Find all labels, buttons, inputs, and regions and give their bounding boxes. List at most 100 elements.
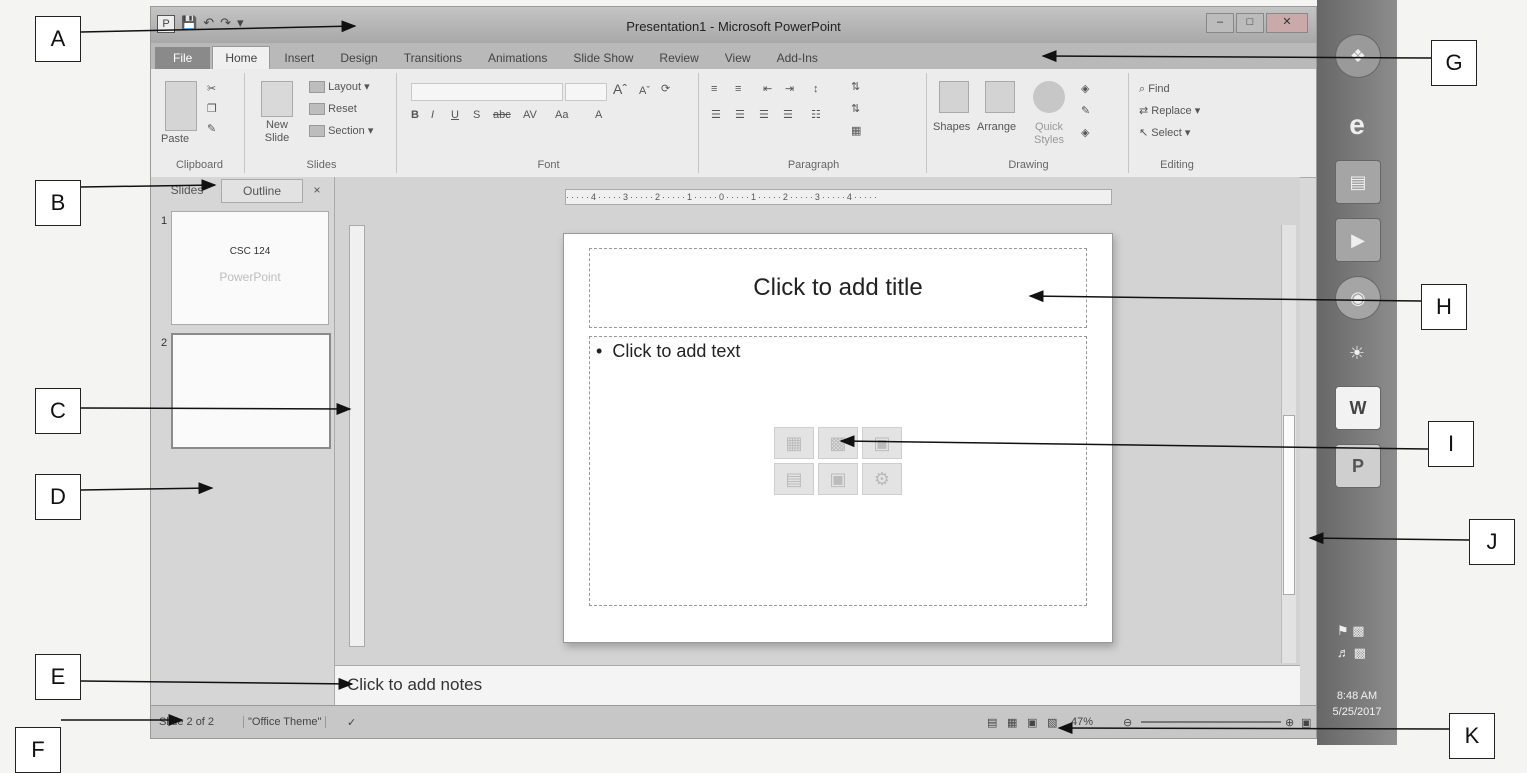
minimize-button[interactable]: – [1206, 13, 1234, 33]
insert-clipart-icon[interactable]: ▣ [818, 463, 858, 495]
powerpoint-icon[interactable]: P [1335, 444, 1381, 488]
new-slide-button[interactable]: New Slide [257, 119, 297, 145]
reading-view-icon[interactable]: ▣ [1027, 716, 1037, 729]
align-center-icon[interactable]: ☰ [735, 109, 745, 122]
replace-button[interactable]: ⇄ Replace ▾ [1139, 105, 1200, 118]
insert-smartart-icon[interactable]: ▣ [862, 427, 902, 459]
slide-thumbnail-2[interactable] [171, 333, 331, 449]
shapes-button[interactable]: Shapes [933, 121, 970, 134]
bold-button[interactable]: B [411, 109, 419, 122]
tab-add-ins[interactable]: Add-Ins [765, 47, 830, 69]
select-button[interactable]: ↖ Select ▾ [1139, 127, 1190, 140]
tab-home[interactable]: Home [212, 46, 271, 69]
arrange-button[interactable]: Arrange [977, 121, 1016, 134]
close-panel-icon[interactable]: × [307, 179, 327, 201]
cut-icon[interactable]: ✂ [207, 83, 216, 96]
copy-icon[interactable]: ❐ [207, 103, 217, 116]
shape-effects-icon[interactable]: ◈ [1081, 127, 1089, 140]
font-color-button[interactable]: A [595, 109, 602, 122]
tab-transitions[interactable]: Transitions [392, 47, 474, 69]
vertical-scrollbar[interactable] [1281, 225, 1296, 663]
italic-button[interactable]: I [431, 109, 434, 122]
app-icon[interactable]: ☀ [1335, 332, 1379, 374]
shapes-icon[interactable] [939, 81, 969, 113]
paste-button[interactable]: Paste [161, 133, 189, 146]
layout-button[interactable]: Layout ▾ [309, 81, 370, 94]
maximize-button[interactable]: □ [1236, 13, 1264, 33]
text-direction-icon[interactable]: ⇅ [851, 81, 860, 94]
shape-outline-icon[interactable]: ✎ [1081, 105, 1090, 118]
zoom-in-icon[interactable]: ⊕ [1285, 716, 1294, 729]
format-painter-icon[interactable]: ✎ [207, 123, 216, 136]
tab-design[interactable]: Design [328, 47, 389, 69]
char-spacing-button[interactable]: AV [523, 109, 537, 122]
insert-content-icons: ▦ ▩ ▣ ▤ ▣ ⚙ [774, 427, 902, 495]
start-orb-icon[interactable]: ❖ [1335, 34, 1381, 78]
insert-table-icon[interactable]: ▦ [774, 427, 814, 459]
slide-sorter-icon[interactable]: ▦ [1007, 716, 1017, 729]
reset-button[interactable]: Reset [309, 103, 357, 116]
tab-view[interactable]: View [713, 47, 763, 69]
quick-styles-button[interactable]: Quick Styles [1027, 121, 1071, 147]
change-case-button[interactable]: Aa [555, 109, 568, 122]
tab-slide-show[interactable]: Slide Show [561, 47, 645, 69]
new-slide-icon[interactable] [261, 81, 293, 117]
smartart-icon[interactable]: ▦ [851, 125, 861, 138]
internet-explorer-icon[interactable]: e [1335, 104, 1379, 146]
insert-media-icon[interactable]: ⚙ [862, 463, 902, 495]
font-name-dropdown[interactable] [411, 83, 563, 101]
quick-styles-icon[interactable] [1033, 81, 1065, 113]
slide-canvas[interactable]: Click to add title • Click to add text ▦… [563, 233, 1113, 643]
tab-review[interactable]: Review [647, 47, 710, 69]
shadow-button[interactable]: S [473, 109, 480, 122]
content-placeholder[interactable]: • Click to add text ▦ ▩ ▣ ▤ ▣ ⚙ [589, 336, 1087, 606]
increase-indent-icon[interactable]: ⇥ [785, 83, 794, 96]
zoom-level[interactable]: 47% [1071, 716, 1093, 728]
tab-animations[interactable]: Animations [476, 47, 559, 69]
word-icon[interactable]: W [1335, 386, 1381, 430]
chrome-icon[interactable]: ◉ [1335, 276, 1381, 320]
tab-outline[interactable]: Outline [221, 179, 303, 203]
justify-icon[interactable]: ☰ [783, 109, 793, 122]
grow-font-icon[interactable]: Aˆ [613, 82, 627, 96]
title-placeholder[interactable]: Click to add title [589, 248, 1087, 328]
tab-file[interactable]: File [155, 47, 211, 69]
tab-slides[interactable]: Slides [157, 179, 217, 201]
tab-insert[interactable]: Insert [272, 47, 326, 69]
shape-fill-icon[interactable]: ◈ [1081, 83, 1089, 96]
notes-pane[interactable]: Click to add notes [335, 665, 1300, 706]
underline-button[interactable]: U [451, 109, 459, 122]
arrange-icon[interactable] [985, 81, 1015, 113]
paste-icon[interactable] [165, 81, 197, 131]
slide-thumbnail-1[interactable]: CSC 124 PowerPoint [171, 211, 329, 325]
taskbar-clock[interactable]: 8:48 AM 5/25/2017 [1317, 688, 1397, 720]
bullets-icon[interactable]: ≡ [711, 83, 717, 96]
fit-to-window-icon[interactable]: ▣ [1301, 716, 1311, 729]
slide-show-icon[interactable]: ▧ [1047, 716, 1057, 729]
close-button[interactable]: ✕ [1266, 13, 1308, 33]
font-size-dropdown[interactable] [565, 83, 607, 101]
numbering-icon[interactable]: ≡ [735, 83, 741, 96]
shrink-font-icon[interactable]: Aˇ [639, 85, 650, 98]
section-button[interactable]: Section ▾ [309, 125, 373, 138]
align-right-icon[interactable]: ☰ [759, 109, 769, 122]
zoom-out-icon[interactable]: ⊖ [1123, 716, 1132, 729]
scrollbar-thumb[interactable] [1283, 415, 1295, 595]
zoom-slider[interactable] [1141, 721, 1281, 723]
normal-view-icon[interactable]: ▤ [987, 716, 997, 729]
spell-check-icon[interactable]: ✓ [347, 716, 356, 729]
align-left-icon[interactable]: ☰ [711, 109, 721, 122]
flag-icon[interactable]: ⚑ ▩ [1337, 620, 1366, 642]
clear-formatting-icon[interactable]: ⟳ [661, 83, 670, 96]
insert-chart-icon[interactable]: ▩ [818, 427, 858, 459]
media-player-icon[interactable]: ▶ [1335, 218, 1381, 262]
strikethrough-button[interactable]: abc [493, 109, 511, 122]
file-explorer-icon[interactable]: ▤ [1335, 160, 1381, 204]
decrease-indent-icon[interactable]: ⇤ [763, 83, 772, 96]
columns-icon[interactable]: ☷ [811, 109, 821, 122]
line-spacing-icon[interactable]: ↕ [813, 83, 819, 96]
volume-icon[interactable]: ♬ ▩ [1337, 642, 1366, 664]
find-button[interactable]: ⌕ Find [1139, 83, 1170, 96]
insert-picture-icon[interactable]: ▤ [774, 463, 814, 495]
align-text-icon[interactable]: ⇅ [851, 103, 860, 116]
